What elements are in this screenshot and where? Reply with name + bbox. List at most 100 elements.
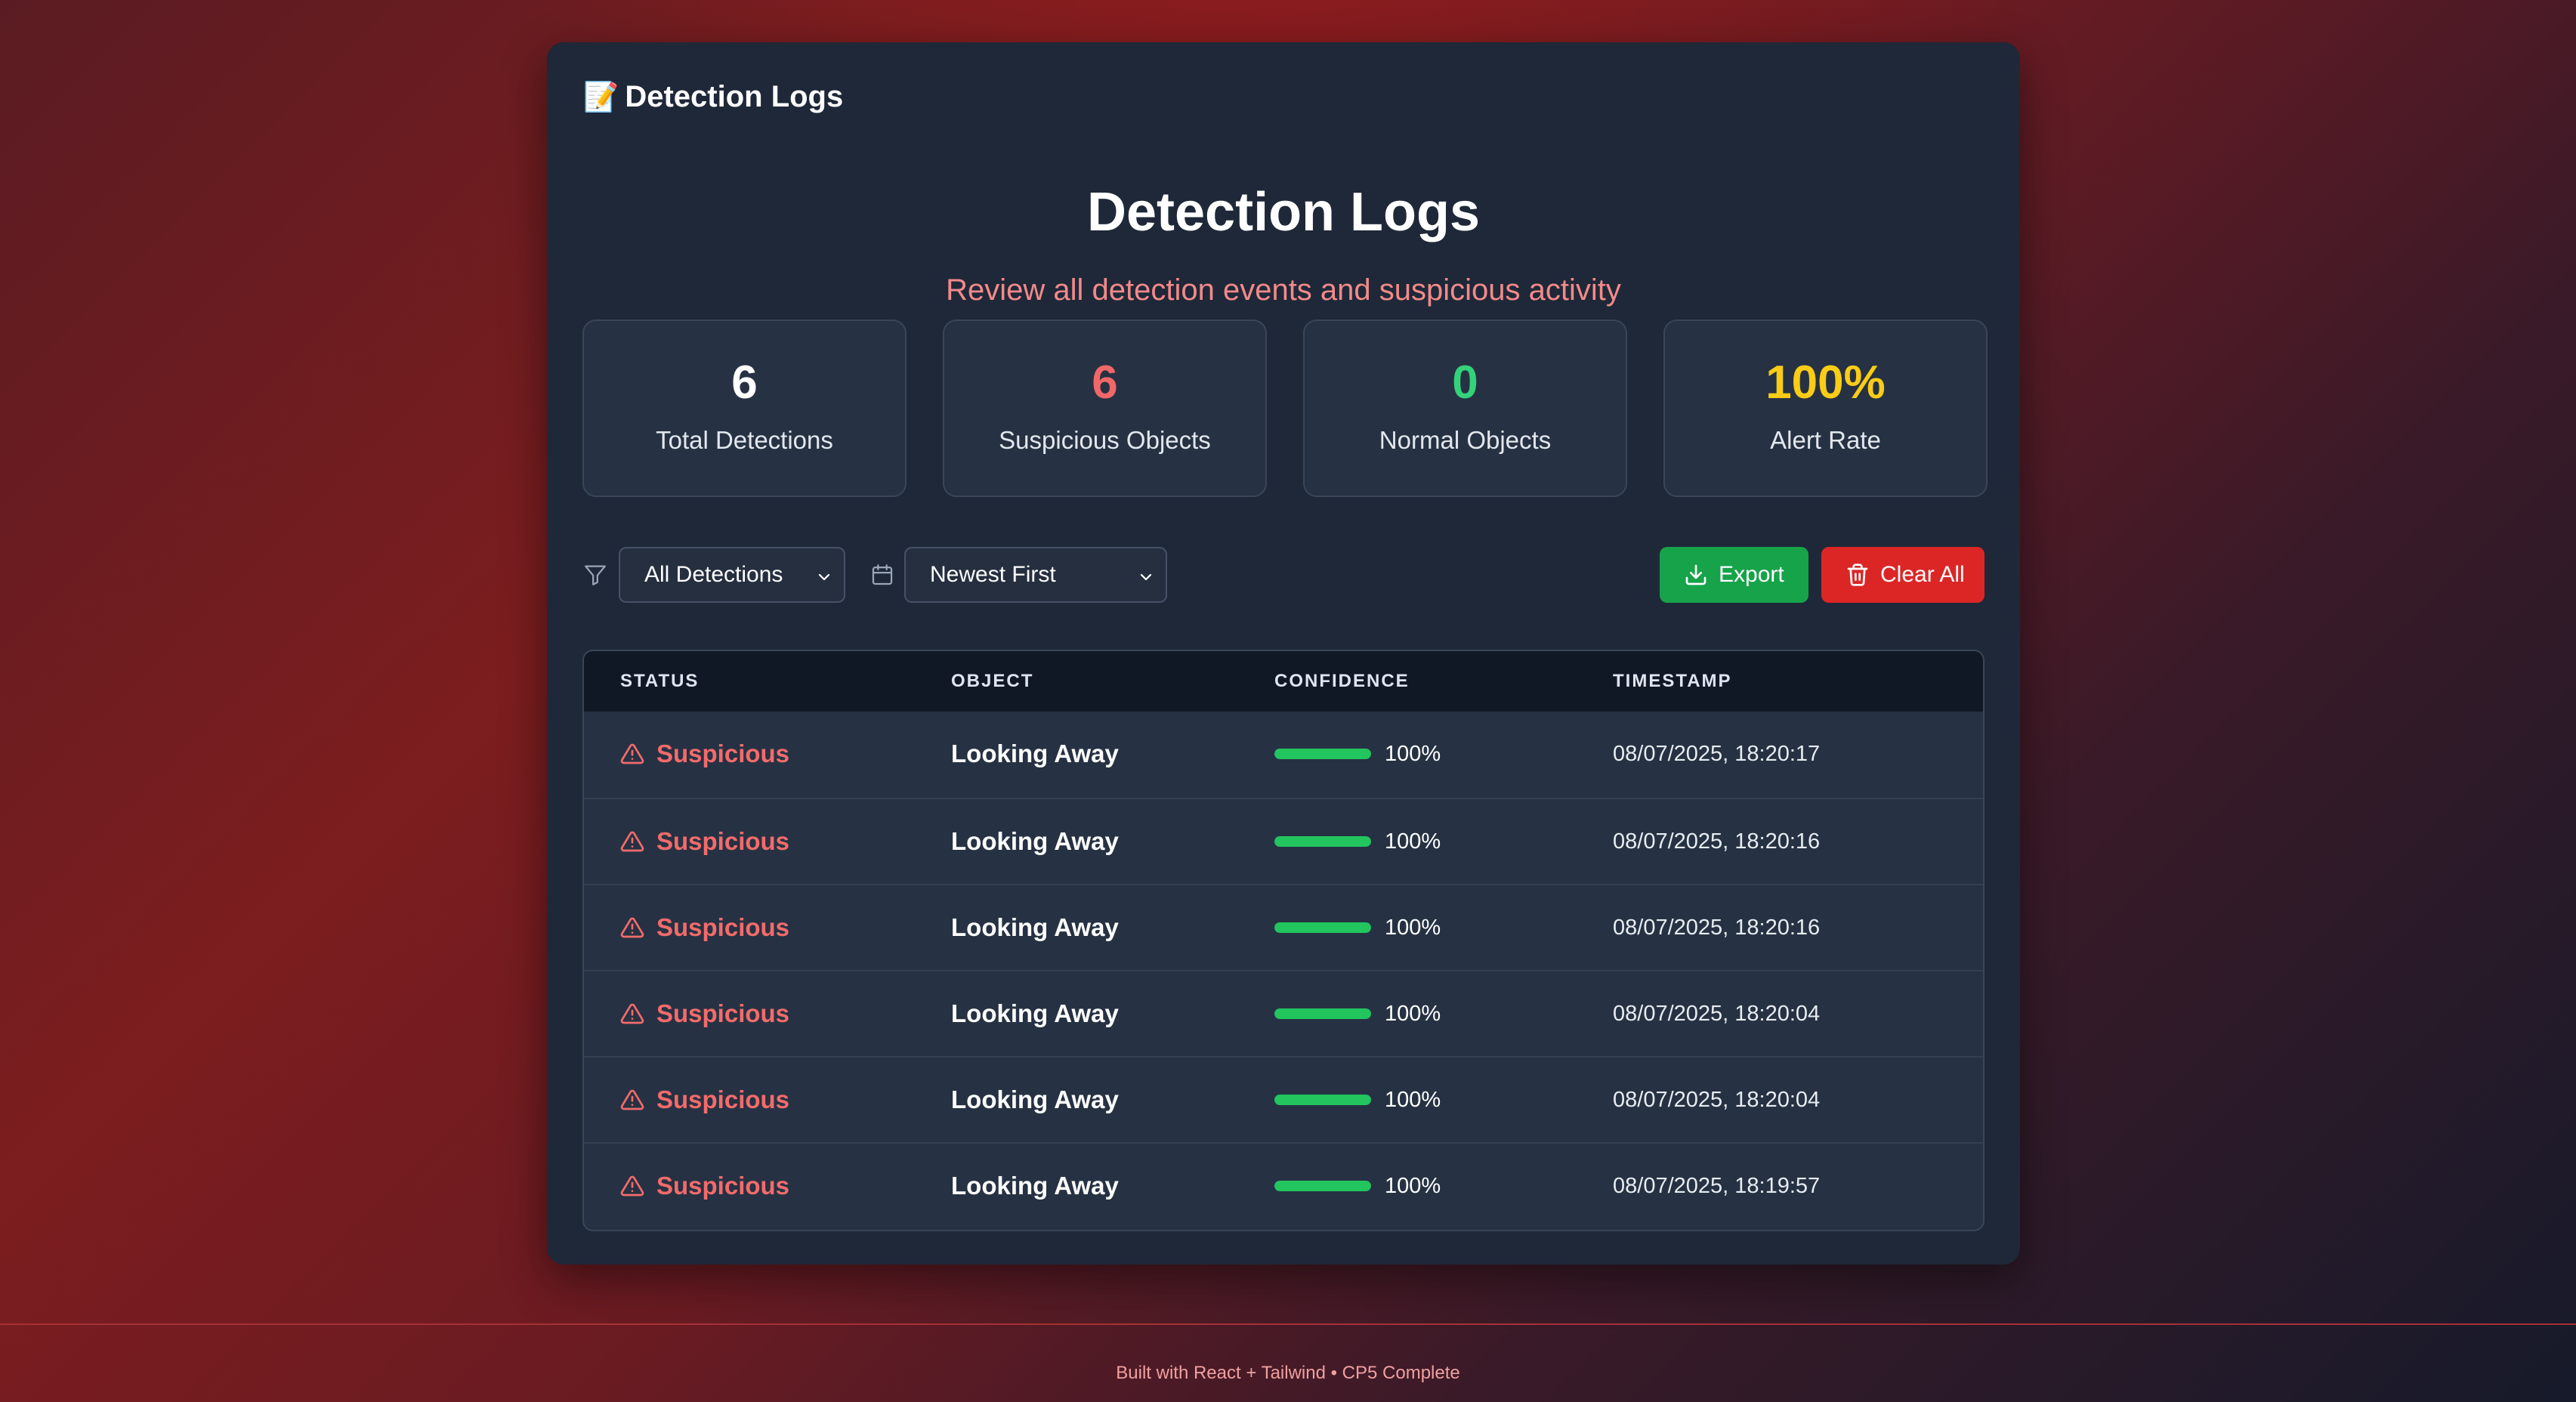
object-cell: Looking Away bbox=[951, 999, 1119, 1027]
column-header-timestamp[interactable]: TIMESTAMP bbox=[1613, 651, 1732, 712]
confidence-bar-fill bbox=[1274, 1008, 1371, 1019]
warning-icon bbox=[620, 1089, 644, 1110]
object-cell: Looking Away bbox=[951, 1172, 1119, 1200]
footer-text: Built with React + Tailwind • CP5 Comple… bbox=[1116, 1363, 1460, 1383]
controls-bar: All Detections Newest First Export Clear… bbox=[582, 547, 1985, 603]
confidence-bar bbox=[1274, 1181, 1371, 1191]
detection-filter-select[interactable]: All Detections bbox=[619, 547, 845, 603]
footer-divider bbox=[0, 1323, 2576, 1325]
timestamp-cell: 08/07/2025, 18:19:57 bbox=[1613, 1173, 1821, 1198]
sort-order-value: Newest First bbox=[930, 562, 1056, 587]
stat-value: 6 bbox=[731, 356, 758, 409]
status-label: Suspicious bbox=[656, 1172, 790, 1200]
confidence-bar-fill bbox=[1274, 1181, 1371, 1191]
download-icon bbox=[1685, 564, 1707, 585]
timestamp-cell: 08/07/2025, 18:20:04 bbox=[1613, 1001, 1821, 1026]
table-row[interactable]: Suspicious Looking Away 100% 08/07/2025, 18… bbox=[584, 712, 1983, 798]
column-header-confidence[interactable]: CONFIDENCE bbox=[1274, 651, 1410, 712]
stat-card-alert-rate: 100% Alert Rate bbox=[1663, 320, 1988, 497]
table-row[interactable]: Suspicious Looking Away 100% 08/07/2025, 18… bbox=[584, 1056, 1983, 1142]
object-cell: Looking Away bbox=[951, 827, 1119, 855]
confidence-bar bbox=[1274, 922, 1371, 933]
confidence-cell: 100% bbox=[1274, 885, 1441, 970]
stat-value: 6 bbox=[1092, 356, 1118, 409]
confidence-bar-fill bbox=[1274, 749, 1371, 759]
confidence-value: 100% bbox=[1385, 1087, 1441, 1112]
stat-label: Suspicious Objects bbox=[999, 425, 1211, 454]
stat-label: Alert Rate bbox=[1770, 425, 1881, 454]
stat-value: 100% bbox=[1765, 356, 1886, 409]
timestamp-cell: 08/07/2025, 18:20:16 bbox=[1613, 829, 1821, 854]
confidence-bar-fill bbox=[1274, 922, 1371, 933]
warning-icon bbox=[620, 743, 644, 764]
confidence-cell: 100% bbox=[1274, 799, 1441, 884]
status-label: Suspicious bbox=[656, 740, 790, 767]
stat-card-normal-objects: 0 Normal Objects bbox=[1303, 320, 1627, 497]
page-subtitle: Review all detection events and suspicio… bbox=[946, 273, 1621, 307]
table-row[interactable]: Suspicious Looking Away 100% 08/07/2025, 18… bbox=[584, 884, 1983, 970]
confidence-cell: 100% bbox=[1274, 1058, 1441, 1142]
memo-icon: 📝 bbox=[583, 81, 619, 113]
detection-table: STATUS OBJECT CONFIDENCE TIMESTAMP Suspi… bbox=[582, 650, 1985, 1231]
detection-filter-value: All Detections bbox=[644, 562, 783, 587]
stat-card-total-detections: 6 Total Detections bbox=[582, 320, 907, 497]
status-cell: Suspicious bbox=[620, 799, 789, 884]
stat-label: Total Detections bbox=[656, 425, 833, 454]
confidence-bar bbox=[1274, 1095, 1371, 1105]
confidence-cell: 100% bbox=[1274, 712, 1441, 796]
confidence-bar bbox=[1274, 836, 1371, 847]
clear-all-button-label: Clear All bbox=[1880, 562, 1965, 587]
status-label: Suspicious bbox=[656, 827, 790, 855]
status-cell: Suspicious bbox=[620, 712, 789, 796]
warning-icon bbox=[620, 1003, 644, 1024]
stats-row: 6 Total Detections 6 Suspicious Objects … bbox=[582, 320, 1988, 497]
confidence-bar-fill bbox=[1274, 836, 1371, 847]
object-cell: Looking Away bbox=[951, 913, 1119, 941]
clear-all-button[interactable]: Clear All bbox=[1821, 547, 1985, 603]
timestamp-cell: 08/07/2025, 18:20:17 bbox=[1613, 741, 1821, 766]
table-body: Suspicious Looking Away 100% 08/07/2025, 18… bbox=[584, 712, 1983, 1228]
panel-header: 📝 Detection Logs bbox=[583, 80, 843, 114]
warning-icon bbox=[620, 1175, 644, 1197]
confidence-value: 100% bbox=[1385, 1173, 1441, 1198]
table-row[interactable]: Suspicious Looking Away 100% 08/07/2025, 18… bbox=[584, 970, 1983, 1056]
panel-header-title: Detection Logs bbox=[625, 80, 844, 113]
table-row[interactable]: Suspicious Looking Away 100% 08/07/2025, 18… bbox=[584, 1142, 1983, 1228]
object-cell: Looking Away bbox=[951, 1085, 1119, 1113]
status-cell: Suspicious bbox=[620, 1144, 789, 1228]
warning-icon bbox=[620, 831, 644, 852]
trash-icon bbox=[1847, 564, 1868, 586]
status-label: Suspicious bbox=[656, 999, 790, 1027]
status-cell: Suspicious bbox=[620, 971, 789, 1056]
column-header-object[interactable]: OBJECT bbox=[951, 651, 1033, 712]
stat-label: Normal Objects bbox=[1379, 425, 1552, 454]
status-cell: Suspicious bbox=[620, 885, 789, 970]
page-title: Detection Logs bbox=[1086, 182, 1481, 242]
object-cell: Looking Away bbox=[951, 740, 1119, 767]
export-button[interactable]: Export bbox=[1660, 547, 1808, 603]
detection-logs-panel: 📝 Detection Logs Detection Logs Review a… bbox=[547, 42, 2020, 1265]
stat-card-suspicious-objects: 6 Suspicious Objects bbox=[943, 320, 1267, 497]
confidence-cell: 100% bbox=[1274, 971, 1441, 1056]
sort-order-select[interactable]: Newest First bbox=[904, 547, 1167, 603]
warning-icon bbox=[620, 917, 644, 938]
timestamp-cell: 08/07/2025, 18:20:04 bbox=[1613, 1087, 1821, 1112]
confidence-value: 100% bbox=[1385, 741, 1441, 766]
chevron-down-icon bbox=[818, 573, 830, 581]
confidence-bar-fill bbox=[1274, 1095, 1371, 1105]
status-label: Suspicious bbox=[656, 913, 790, 941]
table-row[interactable]: Suspicious Looking Away 100% 08/07/2025, 18… bbox=[584, 798, 1983, 884]
table-header: STATUS OBJECT CONFIDENCE TIMESTAMP bbox=[584, 651, 1983, 712]
stat-value: 0 bbox=[1452, 356, 1478, 409]
confidence-bar bbox=[1274, 749, 1371, 759]
status-cell: Suspicious bbox=[620, 1058, 789, 1142]
status-label: Suspicious bbox=[656, 1085, 790, 1113]
column-header-status[interactable]: STATUS bbox=[620, 651, 699, 712]
filter-icon bbox=[585, 565, 606, 585]
confidence-value: 100% bbox=[1385, 829, 1441, 854]
export-button-label: Export bbox=[1719, 562, 1784, 587]
chevron-down-icon bbox=[1140, 573, 1152, 581]
confidence-bar bbox=[1274, 1008, 1371, 1019]
confidence-cell: 100% bbox=[1274, 1144, 1441, 1228]
calendar-icon bbox=[872, 564, 893, 585]
